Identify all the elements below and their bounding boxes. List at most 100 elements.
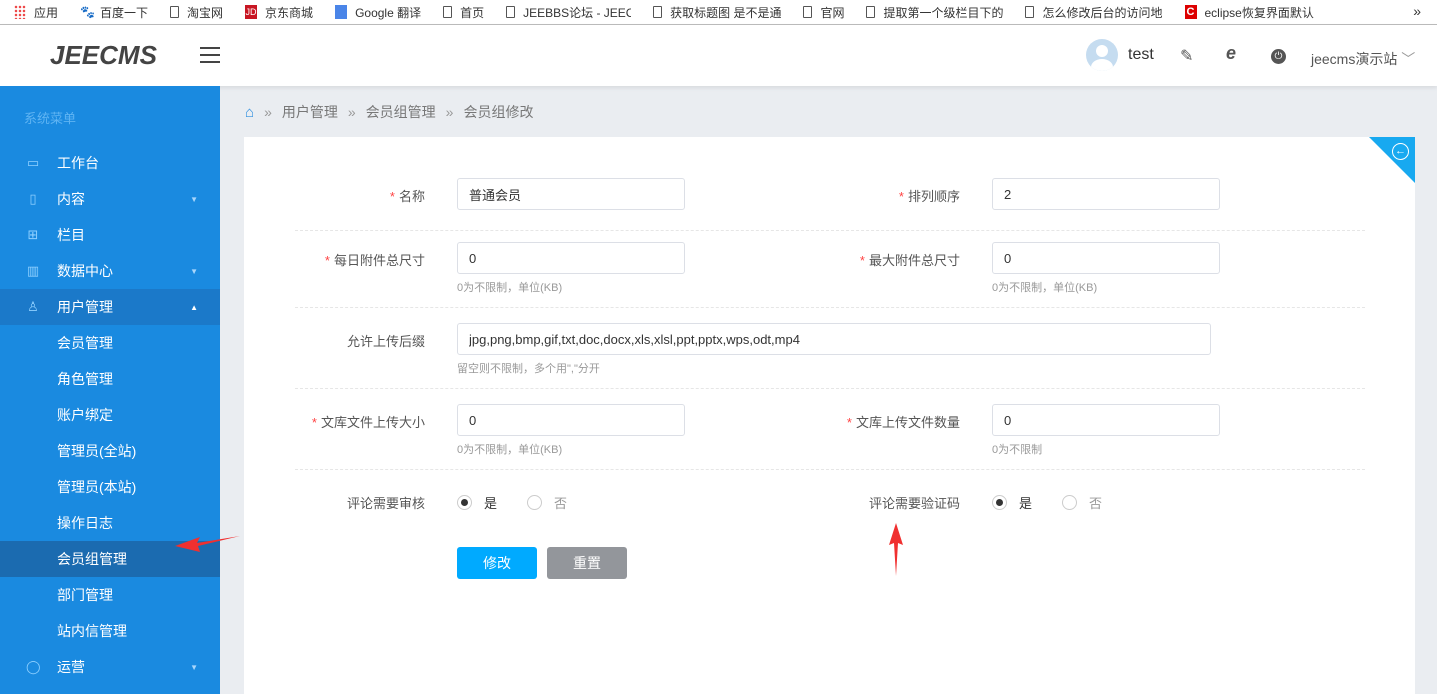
more-bookmarks-button[interactable]: » — [1413, 3, 1421, 19]
bookmarks-bar: 应用 🐾 百度一下 淘宝网 JD 京东商城 Google 翻译 首页 JEEBBS论… — [0, 0, 1437, 25]
bookmark-official[interactable]: 官网 — [803, 4, 844, 21]
suffix-hint: 留空则不限制，多个用","分开 — [457, 363, 600, 375]
annotation-arrow-left-icon — [175, 536, 240, 552]
order-label: * 排列顺序 — [898, 189, 960, 204]
comment-review-yes-radio[interactable]: 是 — [457, 493, 497, 512]
radio-checked-icon — [992, 495, 1007, 510]
sidebar-item-user-management[interactable]: ♙ 用户管理 ▲ — [0, 289, 220, 325]
home-icon[interactable]: ⌂ — [245, 104, 254, 121]
breadcrumb: ⌂» 用户管理» 会员组管理» 会员组修改 — [245, 102, 534, 122]
shield-icon: ◯ — [26, 659, 41, 674]
sidebar-subitem-account-binding[interactable]: 账户绑定 — [0, 397, 220, 433]
sidebar-item-data-center[interactable]: ▥ 数据中心 ▼ — [0, 253, 220, 289]
sidebar-subitem-messages[interactable]: 站内信管理 — [0, 613, 220, 649]
daily-size-input[interactable] — [457, 242, 685, 274]
lib-size-label: * 文库文件上传大小 — [311, 415, 425, 430]
submit-button[interactable]: 修改 — [457, 547, 537, 579]
suffix-label: 允许上传后缀 — [346, 334, 425, 349]
lib-size-input[interactable] — [457, 404, 685, 436]
radio-unchecked-icon — [527, 495, 542, 510]
caret-down-icon: ▼ — [190, 194, 198, 204]
bookmark-apps[interactable]: 应用 — [14, 4, 58, 21]
comment-captcha-yes-radio[interactable]: 是 — [992, 493, 1032, 512]
bookmark-taobao[interactable]: 淘宝网 — [170, 4, 223, 21]
sidebar: 系统菜单 ▭ 工作台 ▯ 内容 ▼ ⊞ 栏目 ▥ 数据中心 ▼ ♙ 用户管理 ▲ 会员管理 角色… — [0, 86, 220, 694]
bookmark-home[interactable]: 首页 — [443, 4, 484, 21]
divider — [295, 230, 1365, 231]
apps-grid-icon — [14, 5, 26, 19]
lib-size-hint: 0为不限制，单位(KB) — [457, 444, 563, 456]
bookmark-extract-column[interactable]: 提取第一个级栏目下的 — [866, 4, 1003, 21]
google-translate-icon — [335, 5, 348, 19]
bookmark-google-translate[interactable]: Google 翻译 — [335, 4, 421, 21]
breadcrumb-user-management[interactable]: 用户管理 — [282, 102, 338, 122]
bookmark-jd[interactable]: JD 京东商城 — [245, 4, 313, 21]
name-label: * 名称 — [389, 189, 425, 204]
divider — [295, 469, 1365, 470]
daily-size-label: * 每日附件总尺寸 — [324, 253, 425, 268]
divider — [295, 388, 1365, 389]
order-input[interactable] — [992, 178, 1220, 210]
page-icon — [1025, 6, 1035, 18]
comment-review-no-radio[interactable]: 否 — [527, 493, 567, 512]
bookmark-title-image[interactable]: 获取标题图 是不是通 — [653, 4, 781, 21]
annotation-arrow-up-icon — [889, 523, 903, 576]
sidebar-subitem-members[interactable]: 会员管理 — [0, 325, 220, 361]
sidebar-subitem-admin-site[interactable]: 管理员(本站) — [0, 469, 220, 505]
max-size-label: * 最大附件总尺寸 — [859, 253, 960, 268]
caret-up-icon: ▲ — [190, 302, 198, 312]
username[interactable]: test — [1128, 46, 1154, 64]
chevron-down-icon: ﹀ — [1401, 51, 1416, 67]
sidebar-item-content[interactable]: ▯ 内容 ▼ — [0, 181, 220, 217]
page-icon — [653, 6, 663, 18]
reset-button[interactable]: 重置 — [547, 547, 627, 579]
lib-count-label: * 文库上传文件数量 — [846, 415, 960, 430]
avatar[interactable] — [1086, 39, 1118, 71]
page-icon — [866, 6, 876, 18]
bookmark-eclipse[interactable]: Ceclipse恢复界面默认 — [1184, 4, 1314, 21]
logo[interactable]: JEECMS — [50, 40, 157, 71]
sidebar-item-column[interactable]: ⊞ 栏目 — [0, 217, 220, 253]
page-icon — [506, 6, 516, 18]
comment-captcha-no-radio[interactable]: 否 — [1062, 493, 1102, 512]
breadcrumb-member-groups[interactable]: 会员组管理 — [366, 102, 436, 122]
bookmark-admin-url[interactable]: 怎么修改后台的访问地 — [1025, 4, 1163, 21]
monitor-icon: ▭ — [26, 155, 40, 170]
daily-size-hint: 0为不限制，单位(KB) — [457, 282, 563, 294]
sidebar-title: 系统菜单 — [24, 111, 77, 126]
bookmark-jeebbs[interactable]: JEEBBS论坛 - JEECMS — [506, 4, 631, 21]
sidebar-item-operations[interactable]: ◯ 运营 ▼ — [0, 649, 220, 685]
browser-ie-icon[interactable]: e — [1226, 43, 1236, 64]
file-icon: ▯ — [29, 191, 37, 206]
back-arrow-icon[interactable]: ← — [1392, 143, 1409, 160]
max-size-hint: 0为不限制，单位(KB) — [992, 282, 1098, 294]
bar-chart-icon: ▥ — [26, 263, 40, 278]
page-icon — [170, 6, 180, 18]
page-icon — [803, 6, 813, 18]
comment-captcha-label: 评论需要验证码 — [868, 496, 960, 511]
caret-down-icon: ▼ — [190, 266, 198, 276]
user-edit-icon[interactable]: ✎ — [1180, 46, 1193, 66]
lib-count-input[interactable] — [992, 404, 1220, 436]
top-header: JEECMS test ✎ e ⏻ jeecms演示站 ﹀ — [0, 25, 1437, 86]
comment-review-label: 评论需要审核 — [346, 496, 425, 511]
jd-logo-icon: JD — [245, 5, 258, 19]
suffix-input[interactable] — [457, 323, 1211, 355]
menu-toggle-icon[interactable] — [200, 47, 220, 63]
name-input[interactable] — [457, 178, 685, 210]
divider — [295, 307, 1365, 308]
grid-icon: ⊞ — [27, 227, 39, 242]
lib-count-hint: 0为不限制 — [992, 444, 1043, 456]
site-selector[interactable]: jeecms演示站 ﹀ — [1311, 49, 1415, 69]
sidebar-subitem-departments[interactable]: 部门管理 — [0, 577, 220, 613]
user-icon: ♙ — [27, 299, 39, 314]
radio-unchecked-icon — [1062, 495, 1077, 510]
breadcrumb-current: 会员组修改 — [463, 104, 534, 120]
sidebar-subitem-roles[interactable]: 角色管理 — [0, 361, 220, 397]
bookmark-baidu[interactable]: 🐾 百度一下 — [80, 4, 148, 21]
sidebar-subitem-admin-all[interactable]: 管理员(全站) — [0, 433, 220, 469]
sidebar-item-workbench[interactable]: ▭ 工作台 — [0, 145, 220, 181]
eclipse-c-icon: C — [1184, 5, 1197, 19]
max-size-input[interactable] — [992, 242, 1220, 274]
power-icon[interactable]: ⏻ — [1271, 49, 1286, 64]
